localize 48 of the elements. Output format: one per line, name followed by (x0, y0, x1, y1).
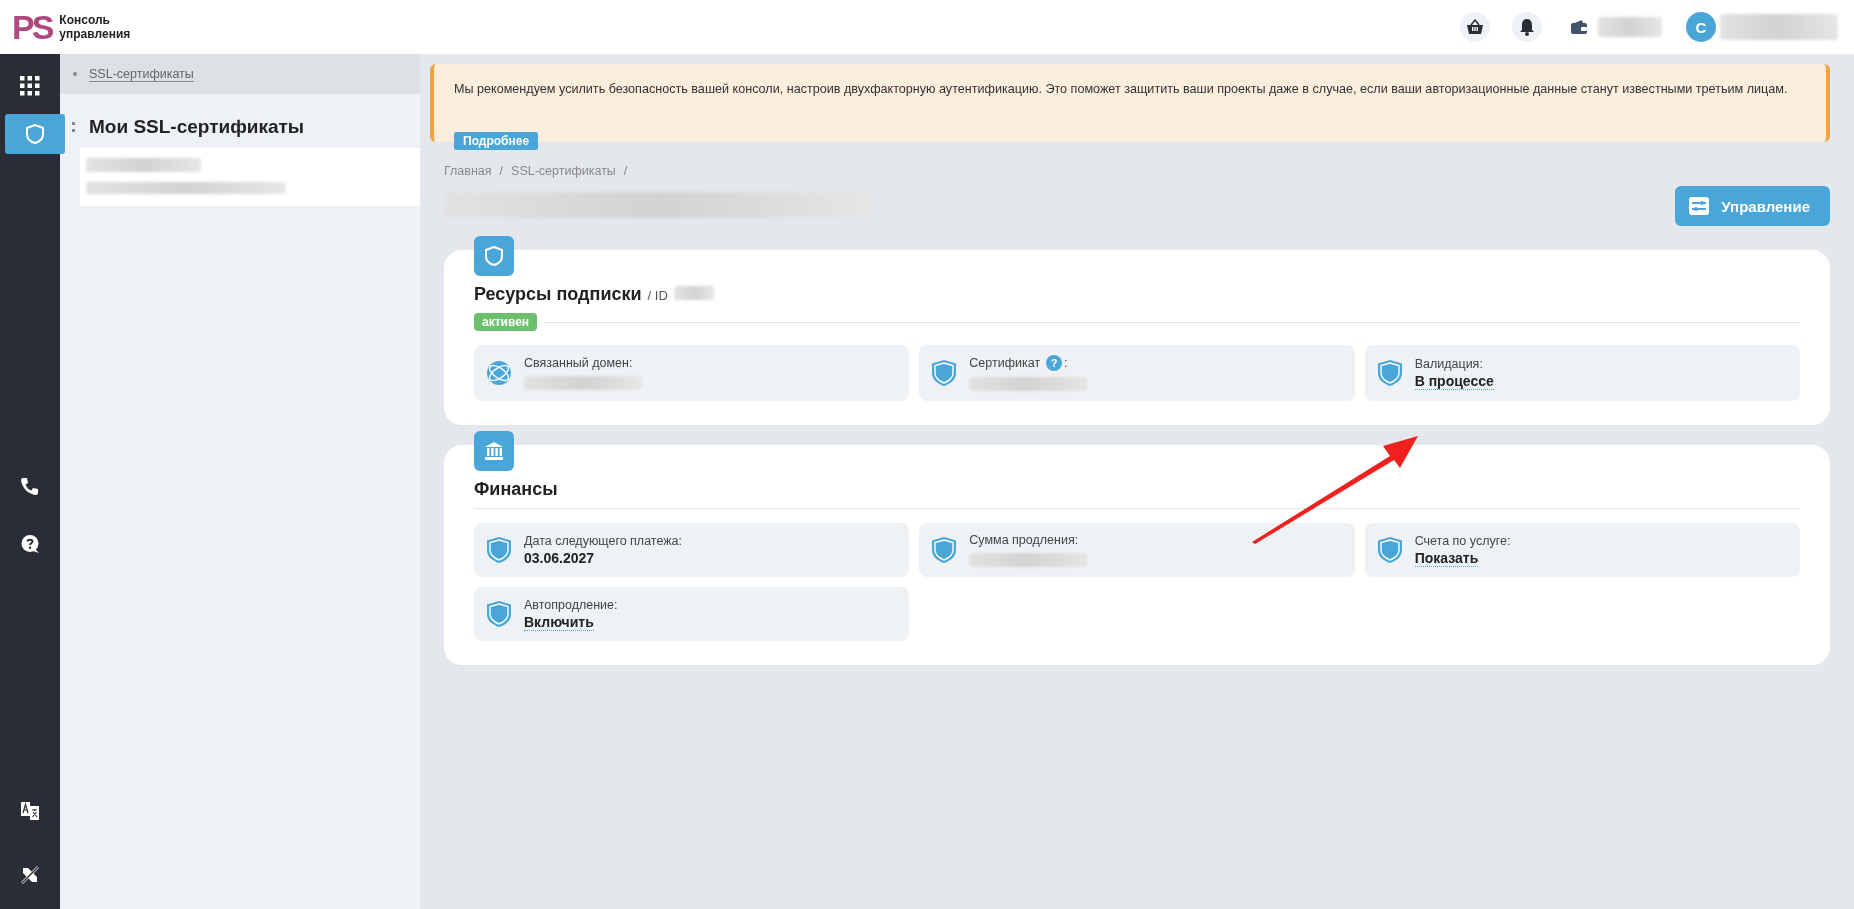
breadcrumb-separator: / (623, 164, 628, 178)
breadcrumb-link[interactable]: Главная (444, 164, 492, 178)
tile-label: Сертификат (969, 356, 1041, 370)
breadcrumb-link[interactable]: SSL-сертификаты (511, 164, 616, 178)
shield-icon (1376, 536, 1403, 564)
tools-icon (20, 865, 40, 885)
blurred-balance (1598, 17, 1662, 37)
sliders-icon (1689, 197, 1710, 215)
breadcrumb-link[interactable]: SSL-сертификаты (89, 66, 194, 82)
app-title: Консоль управления (59, 13, 130, 41)
tile-value-link[interactable]: Показать (1414, 549, 1479, 567)
more-button[interactable]: Подробнее (454, 132, 539, 150)
tile-label: Связанный домен: (524, 356, 633, 370)
tile-label: : (1064, 356, 1068, 370)
shield-icon (931, 359, 958, 387)
breadcrumb-separator: / (499, 164, 504, 178)
wallet-icon[interactable] (1570, 19, 1588, 35)
tile-label: Автопродление: (524, 597, 618, 612)
help-icon (20, 534, 40, 554)
logo[interactable]: PS (12, 10, 52, 44)
section-title: Финансы (474, 479, 558, 500)
phone-icon (20, 476, 40, 496)
tile-label: Сумма продления: (969, 533, 1079, 547)
alert-text: Мы рекомендуем усилить безопасность вашей консоли, настроив двухфакторную аутентификацию. Это поможет защитить ваши проекты даже в случае, если ваши авторизационные данные станут известными третьим лицам. (454, 82, 1789, 96)
shield-icon (26, 124, 44, 144)
tile-value-link[interactable]: В процессе (1414, 372, 1494, 390)
sidebar-title: Мои SSL-сертификаты (89, 116, 305, 138)
cart-icon[interactable] (1460, 12, 1490, 42)
tile-label: Валидация: (1414, 356, 1483, 371)
shield-icon (931, 536, 958, 564)
section-title: Ресурсы подписки (474, 284, 642, 305)
user-avatar[interactable]: С (1686, 12, 1716, 42)
help-badge[interactable]: ? (1046, 355, 1063, 371)
notifications-icon[interactable] (1512, 12, 1542, 42)
shield-icon (1376, 359, 1403, 387)
translate-icon (20, 801, 40, 821)
shield-icon (486, 600, 512, 628)
tile-value-link[interactable]: Включить (524, 613, 594, 631)
status-badge: активен (474, 313, 538, 331)
tile-value: 03.06.2027 (524, 550, 596, 566)
globe-icon (486, 360, 512, 386)
tile-label: Дата следующего платежа: (524, 534, 683, 548)
manage-button[interactable]: Управление (1675, 186, 1830, 226)
apps-grid-icon (20, 76, 40, 96)
blurred-id (673, 286, 714, 300)
tile-label: Счета по услуге: (1414, 533, 1511, 548)
section-id-label: / ID (647, 288, 668, 303)
shield-icon (486, 536, 512, 564)
